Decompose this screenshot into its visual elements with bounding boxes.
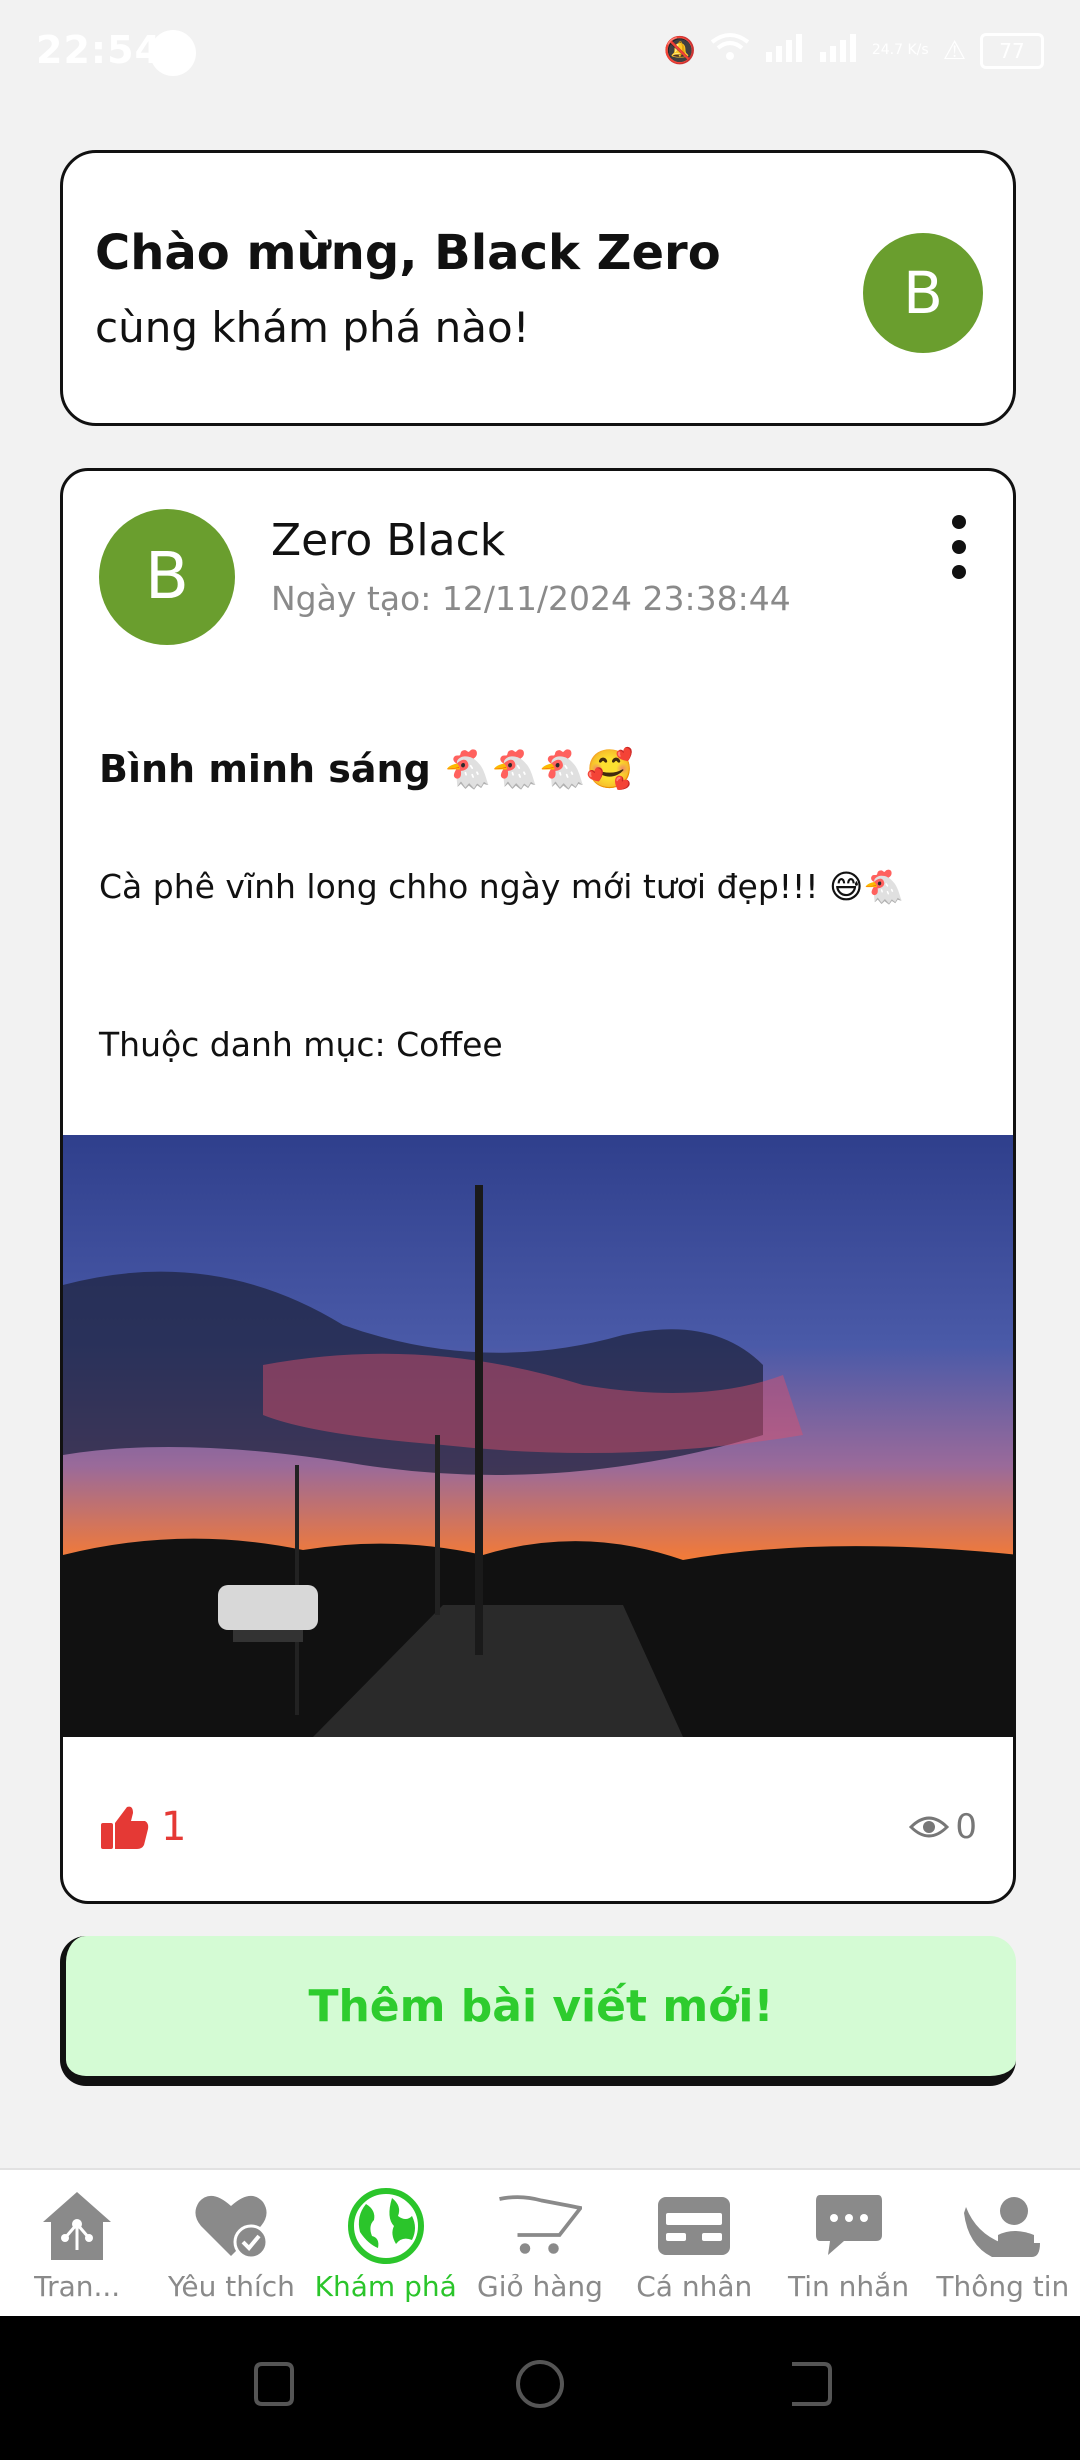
home-button-icon[interactable]: [514, 2358, 566, 2410]
nav-label: Cá nhân: [636, 2270, 753, 2303]
globe-icon: [344, 2184, 428, 2268]
card-icon: [652, 2184, 736, 2268]
wifi-icon: [710, 32, 750, 69]
add-post-button[interactable]: Thêm bài viết mới!: [60, 1936, 1016, 2086]
user-icon: [961, 2184, 1045, 2268]
welcome-card: Chào mừng, Black Zero cùng khám phá nào!…: [60, 150, 1016, 426]
avatar-letter: B: [903, 259, 943, 327]
system-nav-bar: [0, 2316, 1080, 2460]
post-category: Thuộc danh mục: Coffee: [99, 1025, 503, 1064]
warning-icon: ⚠: [942, 35, 966, 66]
thumbs-up-icon: [101, 1806, 149, 1849]
like-button[interactable]: 1: [99, 1803, 186, 1851]
signal-icon-2: [818, 32, 858, 69]
welcome-subtitle: cùng khám phá nào!: [95, 303, 530, 352]
view-count: 0: [955, 1807, 977, 1847]
nav-label: Giỏ hàng: [477, 2270, 603, 2303]
post-date: Ngày tạo: 12/11/2024 23:38:44: [271, 579, 791, 618]
nav-label: Yêu thích: [167, 2270, 295, 2303]
nav-item-info[interactable]: Thông tin: [926, 2170, 1080, 2318]
status-icons: 🔕 24.7 K/s ⚠ 77: [663, 32, 1044, 69]
post-body: Cà phê vĩnh long chho ngày mới tươi đẹp!…: [99, 867, 905, 906]
post-image[interactable]: [63, 1135, 1016, 1737]
avatar-letter: B: [145, 540, 189, 614]
like-count: 1: [161, 1804, 187, 1850]
post-card[interactable]: B Zero Black Ngày tạo: 12/11/2024 23:38:…: [60, 468, 1016, 1904]
nav-item-explore[interactable]: Khám phá: [309, 2170, 463, 2318]
nav-label: Tran...: [34, 2270, 121, 2303]
post-title: Bình minh sáng 🐔🐔🐔🥰: [99, 747, 634, 791]
net-speed: 24.7 K/s: [871, 42, 929, 58]
post-author: Zero Black: [271, 515, 506, 566]
more-options-icon[interactable]: [949, 515, 969, 579]
heart-check-icon: [189, 2184, 273, 2268]
nav-item-favorites[interactable]: Yêu thích: [154, 2170, 308, 2318]
mute-icon: 🔕: [663, 35, 696, 66]
status-bar: 22:54 🔕 24.7 K/s ⚠ 77: [0, 0, 1080, 110]
view-counter: 0: [909, 1807, 977, 1847]
app-notification-icon: [150, 30, 196, 76]
nav-label: Thông tin: [936, 2270, 1070, 2303]
signal-icon: [764, 32, 804, 69]
chat-icon: [807, 2184, 891, 2268]
nav-item-home[interactable]: Tran...: [0, 2170, 154, 2318]
recent-apps-icon[interactable]: [246, 2358, 298, 2410]
status-time: 22:54: [36, 28, 162, 72]
battery-level: 77: [999, 38, 1025, 63]
nav-label: Tin nhắn: [788, 2270, 910, 2303]
home-network-icon: [35, 2184, 119, 2268]
bottom-nav: Tran... Yêu thích Khám phá Giỏ hàng Cá n…: [0, 2168, 1080, 2318]
cart-icon: [498, 2184, 582, 2268]
welcome-title: Chào mừng, Black Zero: [95, 225, 721, 281]
nav-item-messages[interactable]: Tin nhắn: [771, 2170, 925, 2318]
back-icon[interactable]: [784, 2358, 836, 2410]
user-avatar[interactable]: B: [863, 233, 983, 353]
nav-label: Khám phá: [314, 2270, 457, 2303]
nav-item-profile[interactable]: Cá nhân: [617, 2170, 771, 2318]
eye-icon: [909, 1816, 950, 1838]
author-avatar[interactable]: B: [99, 509, 235, 645]
nav-item-cart[interactable]: Giỏ hàng: [463, 2170, 617, 2318]
battery-icon: 77: [980, 32, 1044, 69]
